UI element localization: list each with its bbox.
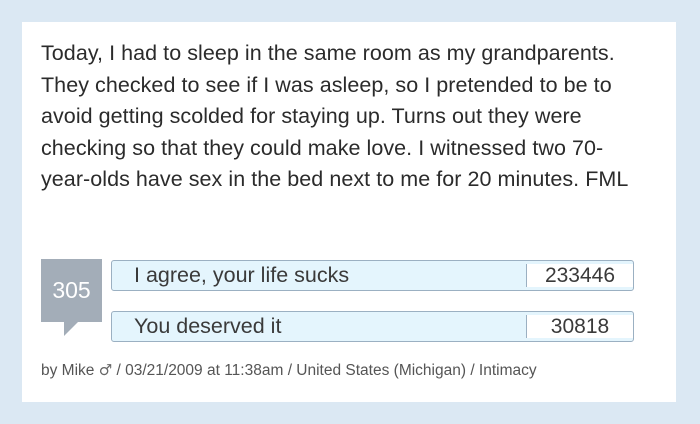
- comment-count-badge[interactable]: 305: [41, 259, 102, 336]
- vote-deserved-button[interactable]: You deserved it 30818: [111, 311, 634, 342]
- author-byline: by Mike: [41, 362, 95, 379]
- male-symbol-icon: ♂: [98, 361, 113, 379]
- comment-count: 305: [52, 277, 91, 303]
- post-text: Today, I had to sleep in the same room a…: [41, 41, 629, 191]
- vote-deserved-count: 30818: [526, 315, 633, 338]
- vote-agree-count: 233446: [526, 264, 633, 287]
- speech-bubble-tail-icon: [64, 322, 78, 336]
- post-details: / 03/21/2009 at 11:38am / United States …: [116, 362, 537, 379]
- fml-post-card: Today, I had to sleep in the same room a…: [22, 22, 676, 402]
- post-meta: by Mike ♂ / 03/21/2009 at 11:38am / Unit…: [41, 360, 537, 381]
- vote-deserved-label: You deserved it: [134, 314, 282, 338]
- vote-agree-label: I agree, your life sucks: [134, 263, 350, 287]
- vote-agree-button[interactable]: I agree, your life sucks 233446: [111, 260, 634, 291]
